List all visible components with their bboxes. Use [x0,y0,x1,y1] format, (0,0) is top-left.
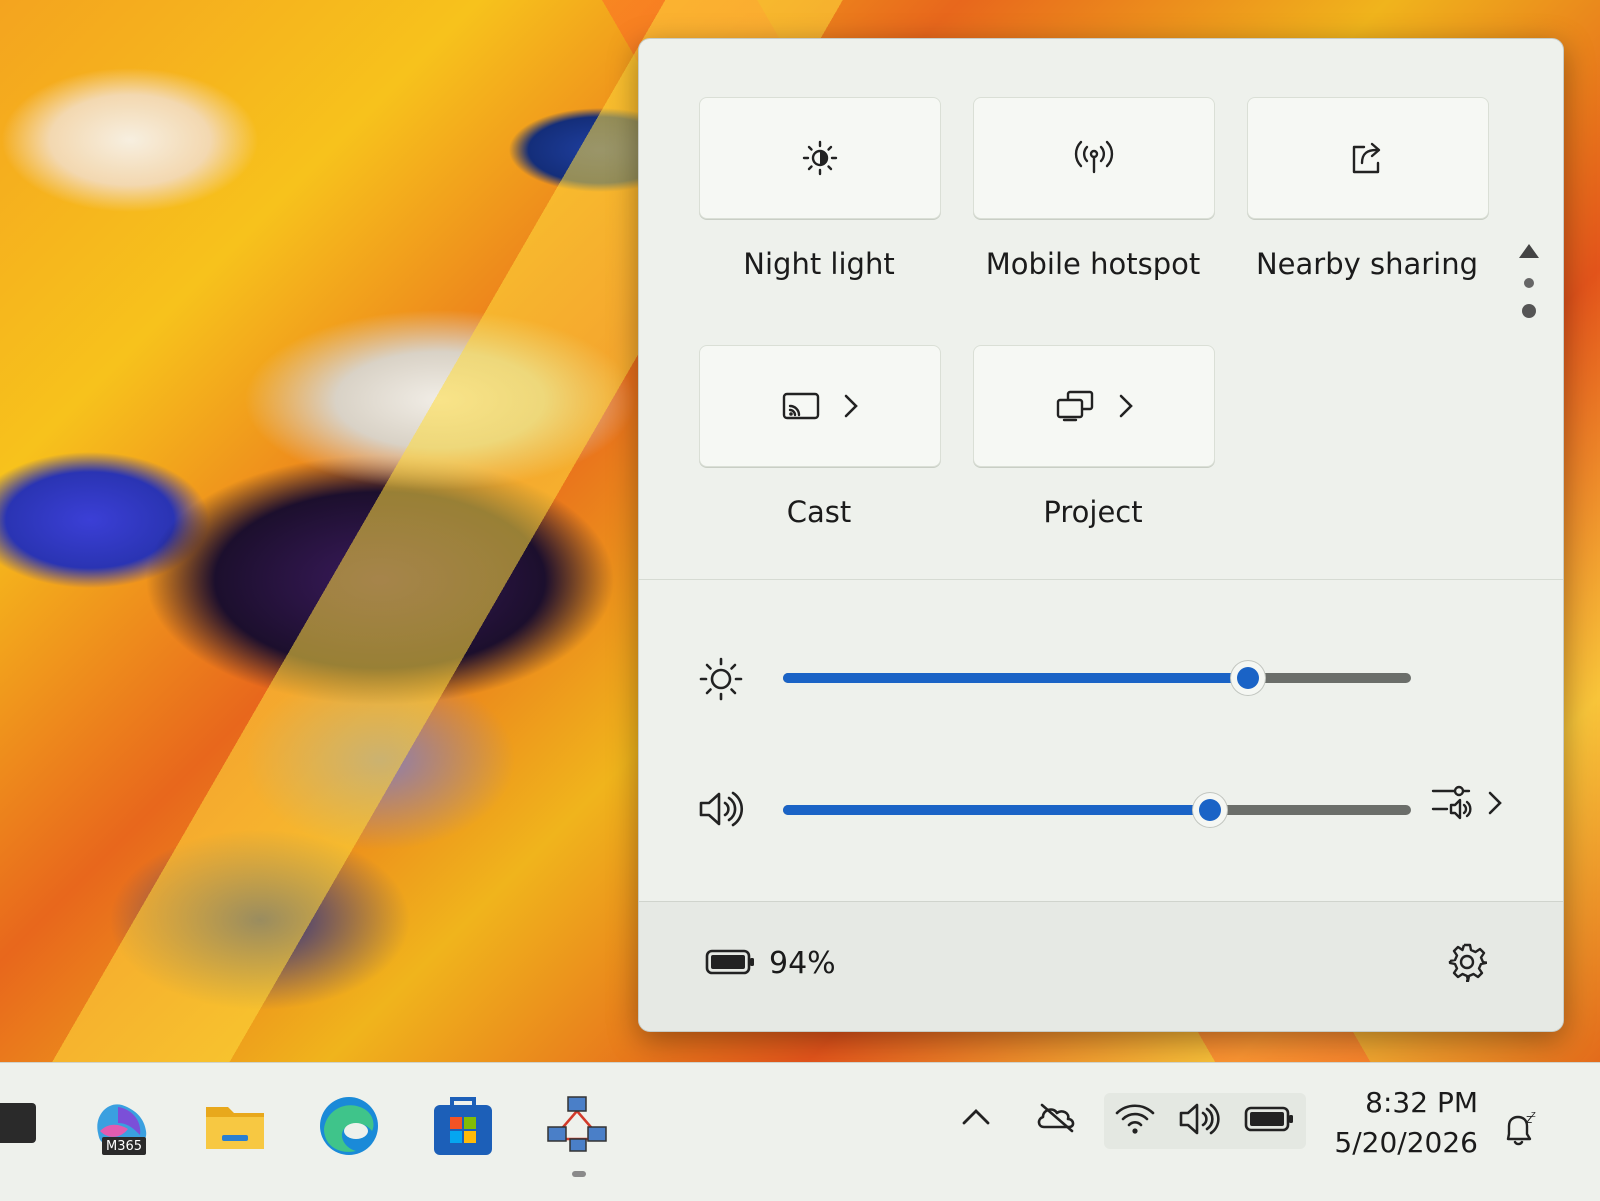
gear-icon[interactable] [1447,942,1490,986]
taskbar-app-partial[interactable] [0,1103,36,1143]
tile-cast: Cast [699,345,941,529]
night-light-button[interactable] [699,97,941,219]
chevron-up-icon[interactable] [1519,244,1539,258]
project-icon [1054,389,1096,423]
nearby-sharing-label: Nearby sharing [1255,247,1479,281]
onedrive-icon[interactable] [1034,1101,1078,1137]
share-icon [1348,139,1388,177]
battery-icon [705,947,757,981]
audio-output-button[interactable] [1429,783,1503,827]
folder-icon [206,1107,264,1149]
notification-bell-icon[interactable]: z z [1500,1109,1540,1153]
volume-slider[interactable] [783,793,1411,827]
taskbar-app-m365[interactable]: M365 [88,1093,154,1159]
night-light-icon [801,139,839,177]
network-app-icon [547,1096,607,1152]
wifi-icon [1114,1102,1156,1140]
hotspot-icon [1073,139,1115,177]
nearby-sharing-button[interactable] [1247,97,1489,219]
mobile-hotspot-button[interactable] [973,97,1215,219]
cast-button[interactable] [699,345,941,467]
store-icon [434,1097,492,1155]
chevron-right-icon [843,393,859,419]
battery-percentage: 94% [769,946,836,981]
tile-nearby-sharing: Nearby sharing [1247,97,1489,281]
clock-date: 5/20/2026 [1334,1126,1478,1159]
quick-settings-footer: 94% [639,901,1563,1031]
brightness-icon [697,655,745,707]
quick-settings-tiles: Night light Mobile hotspot Nearby sharin… [639,39,1563,609]
night-light-label: Night light [743,247,895,281]
brightness-row [639,647,1563,707]
tiles-pager[interactable] [1519,244,1539,318]
taskbar-app-edge[interactable] [316,1093,382,1159]
cast-icon [781,390,821,422]
volume-fill [783,805,1211,815]
tile-project: Project [973,345,1215,529]
taskbar-app-store[interactable] [430,1093,496,1159]
audio-output-icon [1429,783,1473,827]
chevron-right-icon [1487,790,1503,820]
chevron-up-icon[interactable] [960,1105,992,1133]
project-button[interactable] [973,345,1215,467]
taskbar-app-file-explorer[interactable] [202,1093,268,1159]
battery-status[interactable]: 94% [705,946,836,981]
system-tray-group[interactable] [1104,1093,1306,1149]
project-label: Project [1043,495,1143,529]
brightness-thumb[interactable] [1230,661,1265,695]
running-indicator [572,1171,586,1177]
chevron-right-icon [1118,393,1134,419]
quick-settings-panel: Night light Mobile hotspot Nearby sharin… [638,38,1564,1032]
speaker-icon [1178,1100,1222,1142]
divider [639,579,1563,580]
volume-thumb[interactable] [1193,793,1228,827]
battery-icon [1244,1104,1296,1138]
taskbar-app-network[interactable] [544,1093,610,1159]
speaker-icon[interactable] [697,787,745,835]
cast-label: Cast [786,495,852,529]
tile-night-light: Night light [699,97,941,281]
page-indicator-dot-active[interactable] [1522,304,1536,318]
brightness-slider[interactable] [783,661,1411,695]
mobile-hotspot-label: Mobile hotspot [985,247,1201,281]
tile-mobile-hotspot: Mobile hotspot [973,97,1215,281]
m365-badge: M365 [102,1137,146,1155]
volume-row [639,779,1563,839]
clock-time: 8:32 PM [1365,1086,1478,1119]
edge-icon [320,1097,378,1155]
brightness-fill [783,673,1248,683]
page-indicator-dot[interactable] [1524,278,1534,288]
taskbar: M365 8:32 PM 5/20/2026 z z [0,1062,1600,1201]
clock[interactable]: 8:32 PM 5/20/2026 [1332,1083,1478,1163]
svg-text:z: z [1531,1110,1536,1120]
